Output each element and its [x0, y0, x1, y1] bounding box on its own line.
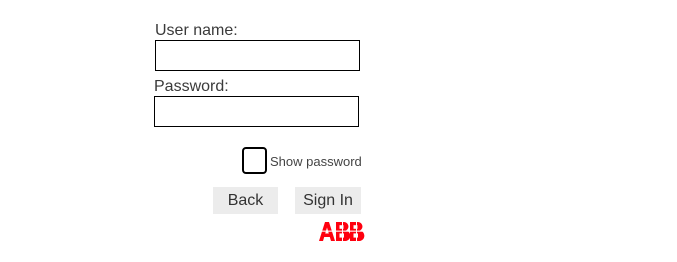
- abb-logo: [319, 222, 367, 241]
- login-page: User name: Password: Show password Back …: [0, 0, 677, 262]
- password-label: Password:: [154, 78, 229, 95]
- username-input[interactable]: [155, 40, 360, 71]
- back-button[interactable]: Back: [213, 187, 278, 214]
- show-password-checkbox[interactable]: [242, 147, 267, 174]
- username-label: User name:: [155, 22, 238, 39]
- show-password-label[interactable]: Show password: [270, 154, 362, 170]
- sign-in-button[interactable]: Sign In: [295, 187, 361, 214]
- password-input[interactable]: [154, 96, 359, 127]
